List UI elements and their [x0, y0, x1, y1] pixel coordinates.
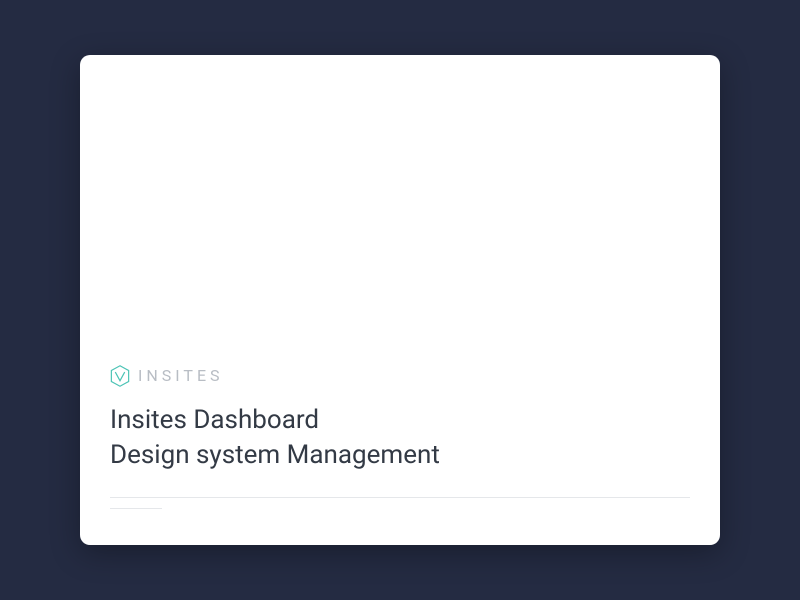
title-line-1: Insites Dashboard	[110, 405, 319, 435]
insites-logo-icon	[110, 365, 130, 387]
brand-row: INSITES	[110, 365, 690, 387]
preview-card: INSITES Insites Dashboard Design system …	[80, 55, 720, 545]
title-line-2: Design system Management	[110, 440, 440, 470]
brand-name: INSITES	[138, 366, 224, 385]
divider-line	[110, 497, 690, 498]
card-title: Insites Dashboard Design system Manageme…	[110, 403, 690, 473]
partial-divider	[110, 508, 162, 509]
